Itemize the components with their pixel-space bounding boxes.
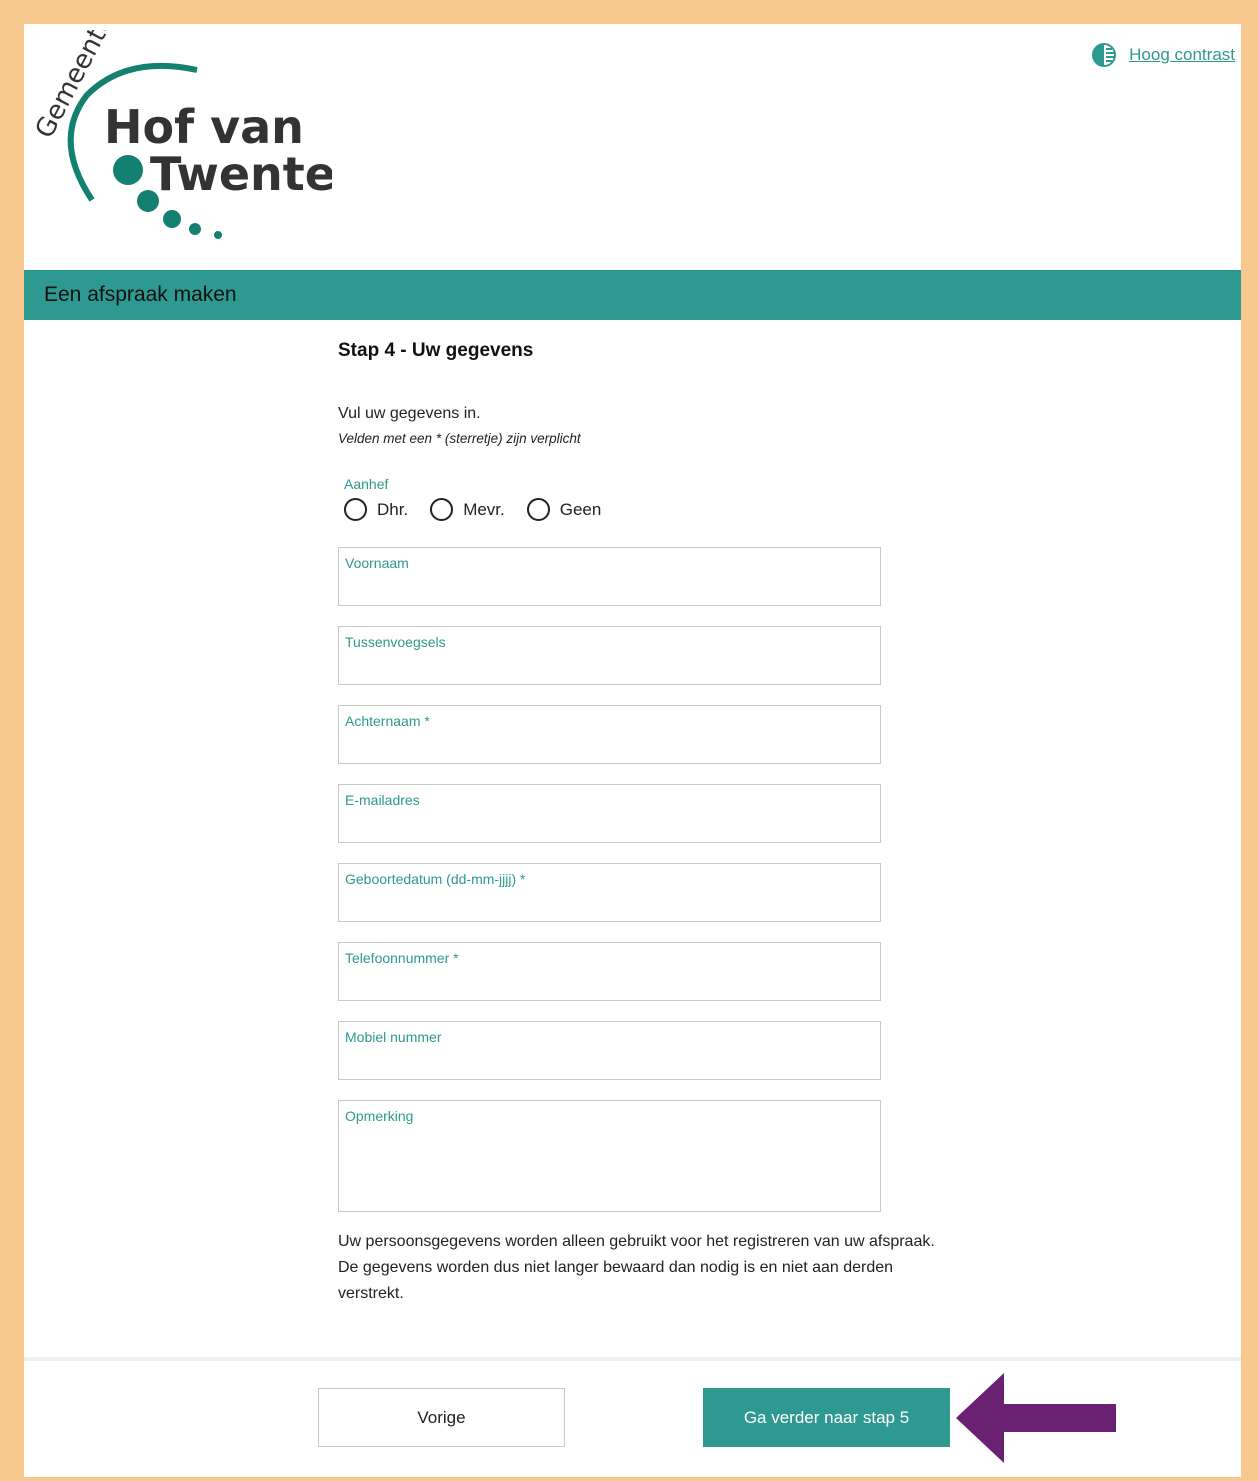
email-field[interactable]: E-mailadres — [338, 784, 881, 843]
field-label: Voornaam — [345, 555, 409, 571]
remark-field[interactable]: Opmerking — [338, 1100, 881, 1212]
salutation-option-geen[interactable]: Geen — [526, 498, 602, 521]
radio-label: Mevr. — [463, 499, 505, 519]
form-intro: Vul uw gegevens in. — [338, 405, 481, 422]
field-label: Opmerking — [345, 1108, 414, 1124]
previous-button[interactable]: Vorige — [318, 1388, 565, 1447]
footer-divider — [24, 1357, 1241, 1361]
first-name-field[interactable]: Voornaam — [338, 547, 881, 606]
municipality-logo[interactable]: Gemeente Hof van Twente — [32, 30, 332, 245]
infix-field[interactable]: Tussenvoegsels — [338, 626, 881, 685]
high-contrast-link[interactable]: Hoog contrast — [1129, 45, 1235, 65]
next-step-button[interactable]: Ga verder naar stap 5 — [703, 1388, 950, 1447]
field-label: Geboortedatum (dd-mm-jjjj) * — [345, 871, 526, 887]
radio-label: Dhr. — [377, 499, 409, 519]
field-label: Achternaam * — [345, 713, 430, 729]
contrast-icon — [1092, 43, 1117, 67]
mobile-field[interactable]: Mobiel nummer — [338, 1021, 881, 1080]
birthdate-field[interactable]: Geboortedatum (dd-mm-jjjj) * — [338, 863, 881, 922]
radio-circle-icon[interactable] — [430, 498, 454, 521]
annotation-arrow-icon — [956, 1373, 1116, 1463]
radio-label: Geen — [559, 499, 602, 519]
radio-circle-icon[interactable] — [526, 498, 550, 521]
high-contrast-toggle[interactable]: Hoog contrast — [1091, 42, 1235, 68]
logo-line2: Twente — [150, 147, 332, 201]
field-label: E-mailadres — [345, 792, 420, 808]
required-note: Velden met een * (sterretje) zijn verpli… — [338, 431, 581, 446]
field-label: Mobiel nummer — [345, 1029, 442, 1045]
banner-title: Een afspraak maken — [44, 283, 237, 306]
field-label: Tussenvoegsels — [345, 634, 446, 650]
last-name-field[interactable]: Achternaam * — [338, 705, 881, 764]
logo-line1: Hof van — [104, 100, 304, 154]
page-frame: Gemeente Hof van Twente Hoog contrast Ee… — [24, 24, 1241, 1477]
salutation-option-mevr[interactable]: Mevr. — [430, 498, 505, 521]
field-label: Telefoonnummer * — [345, 950, 459, 966]
salutation-option-dhr[interactable]: Dhr. — [344, 498, 408, 521]
salutation-label: Aanhef — [344, 476, 389, 492]
salutation-radio-group: Dhr. Mevr. Geen — [344, 498, 601, 521]
step-title: Stap 4 - Uw gegevens — [338, 340, 534, 361]
phone-field[interactable]: Telefoonnummer * — [338, 942, 881, 1001]
page-banner: Een afspraak maken — [24, 270, 1241, 320]
privacy-notice: Uw persoonsgegevens worden alleen gebrui… — [338, 1233, 935, 1302]
radio-circle-icon[interactable] — [344, 498, 367, 521]
